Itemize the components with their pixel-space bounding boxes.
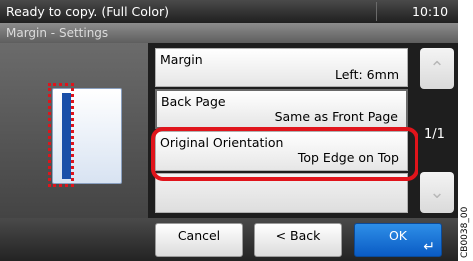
down-arrow-icon: ⌄ [429, 182, 445, 203]
status-bar: Ready to copy. (Full Color) 10:10 [0, 0, 458, 23]
margin-highlight [48, 83, 74, 187]
setting-value: Top Edge on Top [297, 150, 399, 165]
setting-row-back-page[interactable]: Back Page Same as Front Page [155, 89, 408, 129]
status-message: Ready to copy. (Full Color) [6, 4, 170, 19]
clock: 10:10 [412, 4, 449, 19]
cancel-button[interactable]: Cancel [155, 223, 243, 257]
scroll-down-button[interactable]: ⌄ [420, 172, 454, 213]
copier-screen: Ready to copy. (Full Color) 10:10 Margin… [0, 0, 458, 261]
preview-panel [0, 43, 148, 218]
scroll-panel: ⌃ 1/1 ⌄ [418, 43, 458, 218]
image-code: CB0038_00 [458, 198, 473, 261]
scroll-up-button[interactable]: ⌃ [420, 48, 454, 89]
image-code-text: CB0038_00 [460, 206, 470, 258]
setting-label: Margin [160, 52, 203, 67]
up-arrow-icon: ⌃ [429, 58, 445, 79]
setting-row-original-orientation[interactable]: Original Orientation Top Edge on Top [155, 131, 408, 171]
screen-title: Margin - Settings [6, 26, 109, 40]
settings-list: Margin Left: 6mm Back Page Same as Front… [148, 43, 418, 218]
setting-value: Left: 6mm [334, 67, 399, 82]
back-label: < Back [275, 228, 321, 243]
empty-row [155, 173, 408, 213]
status-divider [376, 2, 377, 21]
enter-icon: ↵ [423, 239, 435, 255]
back-button[interactable]: < Back [254, 223, 342, 257]
setting-label: Back Page [161, 94, 226, 109]
setting-value: Same as Front Page [274, 109, 398, 124]
ok-label: OK [388, 228, 408, 243]
page-count: 1/1 [424, 127, 445, 142]
setting-row-margin[interactable]: Margin Left: 6mm [155, 48, 408, 87]
cancel-label: Cancel [177, 228, 221, 243]
title-bar: Margin - Settings [0, 23, 458, 43]
main-area: Margin Left: 6mm Back Page Same as Front… [0, 43, 458, 218]
button-bar: Cancel < Back OK ↵ [0, 218, 458, 261]
setting-label: Original Orientation [160, 135, 284, 150]
ok-button[interactable]: OK ↵ [354, 223, 442, 257]
